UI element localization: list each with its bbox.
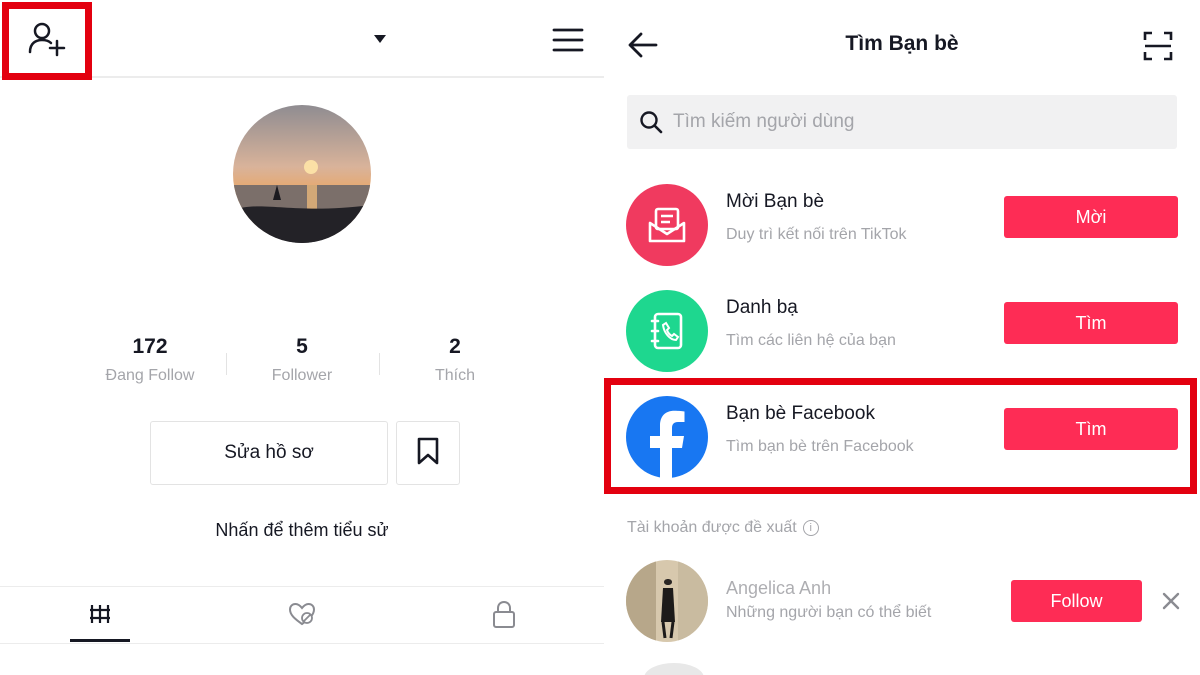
private-lock-icon: [491, 599, 517, 634]
next-suggested-avatar[interactable]: [644, 663, 704, 675]
follow-button[interactable]: Follow: [1011, 580, 1142, 622]
videos-grid-icon: [88, 602, 112, 631]
dismiss-suggestion-button[interactable]: [1160, 590, 1182, 612]
page-title: Tìm Bạn bè: [845, 32, 959, 55]
info-icon[interactable]: i: [802, 520, 819, 536]
likes-count: 2: [449, 335, 461, 358]
row-subtitle: Tìm các liên hệ của bạn: [726, 332, 896, 349]
search-icon: [639, 110, 663, 134]
invite-button[interactable]: Mời: [1004, 196, 1178, 238]
bookmark-icon: [415, 436, 441, 471]
add-friend-button[interactable]: [2, 2, 92, 80]
row-subtitle: Duy trì kết nối trên TikTok: [726, 226, 907, 243]
suggested-user-avatar[interactable]: [626, 560, 708, 642]
following-label: Đang Follow: [105, 367, 195, 384]
scan-qr-button[interactable]: [1142, 30, 1174, 62]
tab-private[interactable]: [444, 587, 564, 645]
liked-videos-icon: [287, 601, 317, 632]
close-icon: [1160, 592, 1182, 616]
row-title: Mời Bạn bè: [726, 191, 825, 212]
menu-button[interactable]: [552, 26, 584, 54]
add-bio-prompt[interactable]: Nhấn để thêm tiểu sử: [0, 520, 604, 541]
invite-friends-row: Mời Bạn bè Duy trì kết nối trên TikTok M…: [604, 174, 1200, 274]
invite-envelope-icon: [626, 184, 708, 266]
followers-count: 5: [296, 335, 308, 358]
edit-profile-button[interactable]: Sửa hồ sơ: [150, 421, 388, 485]
facebook-row-highlight: [604, 378, 1197, 494]
search-input[interactable]: Tìm kiếm người dùng: [673, 111, 854, 133]
profile-stats: 172 Đang Follow 5 Follower 2 Thích: [70, 335, 530, 395]
followers-stat[interactable]: 5 Follower: [227, 335, 377, 385]
row-title: Danh bạ: [726, 297, 798, 318]
following-stat[interactable]: 172 Đang Follow: [75, 335, 225, 385]
followers-label: Follower: [271, 367, 333, 384]
person-plus-icon: [27, 19, 67, 64]
find-contacts-button[interactable]: Tìm: [1004, 302, 1178, 344]
caret-down-icon: [373, 31, 387, 49]
user-search-bar[interactable]: Tìm kiếm người dùng: [627, 95, 1177, 149]
active-tab-indicator: [70, 639, 130, 642]
suggested-accounts-heading: Tài khoản được đề xuất i: [627, 519, 819, 537]
profile-screen: 172 Đang Follow 5 Follower 2 Thích Sửa h…: [0, 0, 604, 675]
scan-icon: [1142, 31, 1174, 66]
suggested-user-subtitle: Những người bạn có thể biết: [726, 604, 932, 621]
following-count: 172: [132, 335, 168, 358]
find-friends-screen: Tìm Bạn bè Tìm kiếm người dùng Mời Bạn b…: [604, 0, 1200, 675]
profile-tab-bar: [0, 586, 604, 644]
likes-label: Thích: [434, 367, 475, 384]
suggested-accounts-label: Tài khoản được đề xuất: [627, 519, 797, 536]
favorites-button[interactable]: [396, 421, 460, 485]
profile-avatar[interactable]: [233, 105, 371, 243]
contacts-row: Danh bạ Tìm các liên hệ của bạn Tìm: [604, 280, 1200, 380]
tab-videos[interactable]: [40, 587, 160, 645]
hamburger-icon: [552, 28, 584, 58]
contacts-book-icon: [626, 290, 708, 372]
tab-liked[interactable]: [242, 587, 362, 645]
account-switch-dropdown[interactable]: [370, 30, 390, 50]
suggested-user-name: Angelica Anh: [726, 578, 832, 598]
likes-stat[interactable]: 2 Thích: [380, 335, 530, 385]
